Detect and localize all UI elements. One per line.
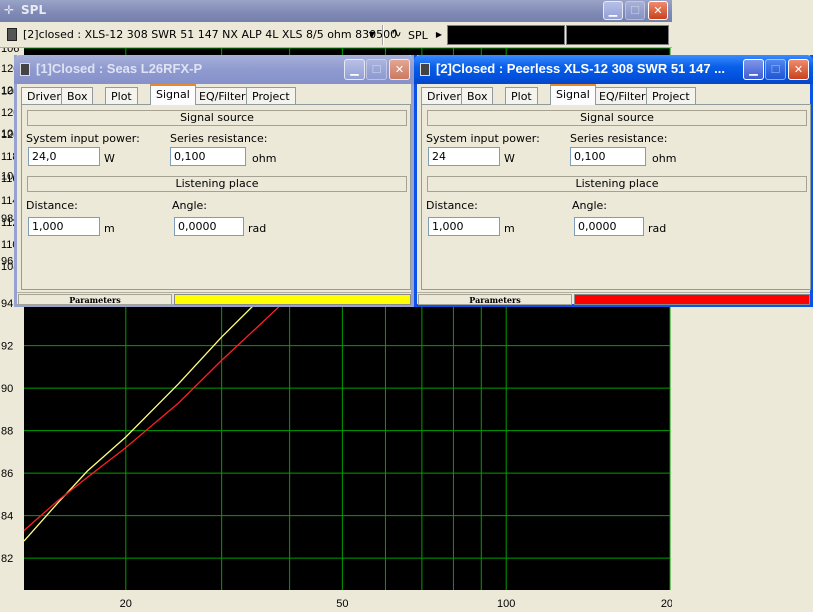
distance-unit: m xyxy=(104,222,115,235)
status-indicator xyxy=(174,294,411,305)
tab-eq-filter[interactable]: EQ/Filter xyxy=(193,87,252,105)
spl-title-bar[interactable]: ✛ SPL ▁ ☐ ✕ xyxy=(0,0,672,22)
tab-driver[interactable]: Driver xyxy=(21,87,67,105)
power-unit: W xyxy=(104,152,115,165)
y-tick-label: 94 xyxy=(1,298,13,310)
angle-field[interactable]: 0,0000 xyxy=(574,217,644,236)
driver-window-1-title-bar[interactable]: [1]Closed : Seas L26RFX-P ▁ ☐ ✕ xyxy=(14,55,414,84)
series-resistance-label: Series resistance: xyxy=(170,132,268,145)
y-tick-label: 86 xyxy=(1,468,13,480)
tab-box[interactable]: Box xyxy=(461,87,494,105)
resistance-unit: ohm xyxy=(652,152,677,165)
tab-signal[interactable]: Signal xyxy=(150,84,196,105)
submenu-arrow-icon: ▶ xyxy=(435,30,442,39)
driver-window-2-title-bar[interactable]: [2]Closed : Peerless XLS-12 308 SWR 51 1… xyxy=(414,55,813,84)
y-tick-label: 98 xyxy=(1,213,13,225)
tab-strip: Driver Box Plot Signal EQ/Filter Project xyxy=(21,84,411,105)
distance-field[interactable]: 1,000 xyxy=(28,217,100,236)
x-tick-label: 100 xyxy=(497,598,515,610)
distance-field[interactable]: 1,000 xyxy=(428,217,500,236)
tab-project[interactable]: Project xyxy=(246,87,296,105)
listening-place-header: Listening place xyxy=(27,176,407,192)
spl-window-title: SPL xyxy=(21,3,47,17)
sine-wave-icon: ∿ xyxy=(391,26,402,41)
distance-label: Distance: xyxy=(426,199,478,212)
distance-unit: m xyxy=(504,222,515,235)
readout-box-1 xyxy=(447,25,565,45)
y-tick-label: 82 xyxy=(1,553,13,565)
signal-source-header: Signal source xyxy=(427,110,807,126)
y-tick-label: 90 xyxy=(1,383,13,395)
status-bar: Parameters xyxy=(17,292,411,305)
x-tick-label: 50 xyxy=(336,598,348,610)
status-indicator xyxy=(574,294,810,305)
close-button[interactable]: ✕ xyxy=(648,1,668,20)
y-tick-label: 96 xyxy=(1,256,13,268)
tab-plot[interactable]: Plot xyxy=(105,87,138,105)
x-tick-label: 200 xyxy=(661,598,672,610)
tab-project[interactable]: Project xyxy=(646,87,696,105)
toolbar-separator xyxy=(382,25,384,45)
status-parameters-label: Parameters xyxy=(418,294,572,305)
driver-select-value: [2]closed : XLS-12 308 SWR 51 147 NX ALP… xyxy=(23,28,398,41)
tab-strip: Driver Box Plot Signal EQ/Filter Project xyxy=(421,84,811,105)
angle-field[interactable]: 0,0000 xyxy=(174,217,244,236)
maximize-button[interactable]: ☐ xyxy=(625,1,645,20)
minimize-button[interactable]: ▁ xyxy=(743,59,764,80)
dropdown-arrow-icon[interactable]: ▼ xyxy=(369,30,375,39)
series-resistance-label: Series resistance: xyxy=(570,132,668,145)
y-tick-label: 92 xyxy=(1,341,13,353)
signal-page: Signal source System input power: 24 W S… xyxy=(421,104,811,290)
x-tick-label: 20 xyxy=(120,598,132,610)
status-parameters-label: Parameters xyxy=(18,294,172,305)
tab-eq-filter[interactable]: EQ/Filter xyxy=(593,87,652,105)
angle-label: Angle: xyxy=(572,199,608,212)
crosshair-icon: ✛ xyxy=(4,3,15,17)
system-input-power-field[interactable]: 24,0 xyxy=(28,147,100,166)
driver-document-icon xyxy=(7,28,17,41)
plot-mode-label: SPL xyxy=(408,29,428,42)
y-tick-label: 106 xyxy=(1,48,19,55)
document-icon xyxy=(420,63,430,76)
series-resistance-field[interactable]: 0,100 xyxy=(570,147,646,166)
minimize-button[interactable]: ▁ xyxy=(603,1,623,20)
close-button[interactable]: ✕ xyxy=(788,59,809,80)
minimize-button[interactable]: ▁ xyxy=(344,59,365,80)
document-icon xyxy=(20,63,30,76)
tab-plot[interactable]: Plot xyxy=(505,87,538,105)
y-tick-label: 88 xyxy=(1,426,13,438)
angle-label: Angle: xyxy=(172,199,208,212)
tab-signal[interactable]: Signal xyxy=(550,84,596,105)
close-button[interactable]: ✕ xyxy=(389,59,410,80)
system-input-power-field[interactable]: 24 xyxy=(428,147,500,166)
angle-unit: rad xyxy=(648,222,667,235)
system-input-power-label: System input power: xyxy=(426,132,540,145)
maximize-button[interactable]: ☐ xyxy=(765,59,786,80)
driver-window-1-title: [1]Closed : Seas L26RFX-P xyxy=(36,61,203,76)
tab-box[interactable]: Box xyxy=(61,87,94,105)
driver-window-1: [1]Closed : Seas L26RFX-P ▁ ☐ ✕ Driver B… xyxy=(14,55,414,307)
signal-page: Signal source System input power: 24,0 W… xyxy=(21,104,411,290)
status-bar: Parameters xyxy=(417,292,810,305)
system-input-power-label: System input power: xyxy=(26,132,140,145)
plot-mode-button[interactable]: ∿ SPL ▶ xyxy=(388,25,444,45)
y-tick-label: 84 xyxy=(1,511,13,523)
power-unit: W xyxy=(504,152,515,165)
signal-source-header: Signal source xyxy=(27,110,407,126)
maximize-button[interactable]: ☐ xyxy=(366,59,387,80)
driver-window-2-title: [2]Closed : Peerless XLS-12 308 SWR 51 1… xyxy=(436,61,726,76)
distance-label: Distance: xyxy=(26,199,78,212)
tab-driver[interactable]: Driver xyxy=(421,87,467,105)
driver-window-2: [2]Closed : Peerless XLS-12 308 SWR 51 1… xyxy=(414,55,813,307)
readout-box-2 xyxy=(566,25,669,45)
angle-unit: rad xyxy=(248,222,267,235)
driver-select[interactable]: [2]closed : XLS-12 308 SWR 51 147 NX ALP… xyxy=(4,25,397,45)
spl-toolbar: [2]closed : XLS-12 308 SWR 51 147 NX ALP… xyxy=(0,22,672,48)
resistance-unit: ohm xyxy=(252,152,277,165)
series-resistance-field[interactable]: 0,100 xyxy=(170,147,246,166)
listening-place-header: Listening place xyxy=(427,176,807,192)
